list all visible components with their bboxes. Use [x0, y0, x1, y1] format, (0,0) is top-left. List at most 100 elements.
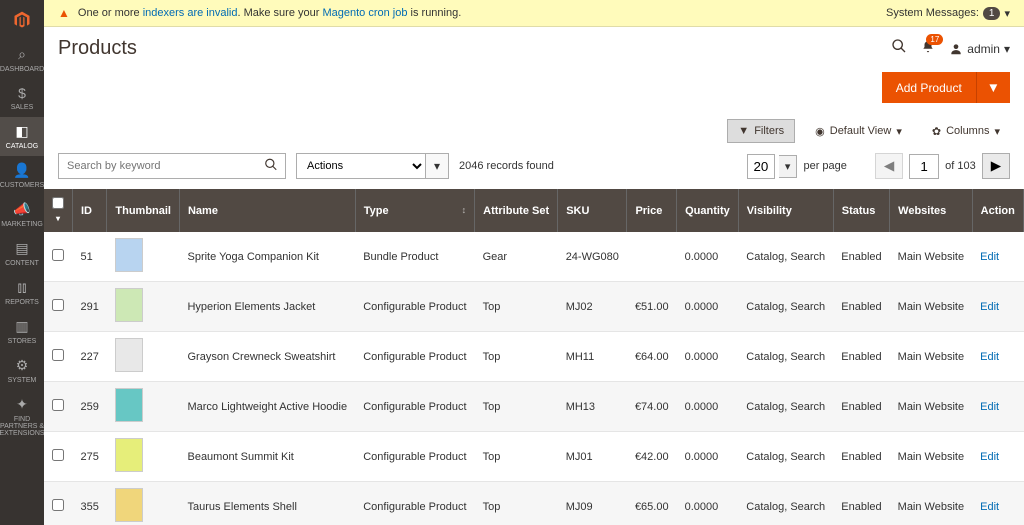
- columns-button[interactable]: ✿ Columns ▾: [922, 120, 1010, 143]
- column-header[interactable]: SKU: [558, 189, 627, 232]
- add-product-button[interactable]: Add Product: [882, 72, 976, 103]
- column-header[interactable]: ID: [73, 189, 107, 232]
- edit-link[interactable]: Edit: [980, 301, 999, 313]
- cell-price: €74.00: [627, 382, 677, 432]
- column-header[interactable]: Action: [972, 189, 1023, 232]
- cell-attrset: Top: [475, 482, 558, 525]
- eye-icon: ◉: [815, 125, 825, 138]
- search-input[interactable]: [58, 153, 286, 179]
- products-grid: ▾IDThumbnailNameType↕Attribute SetSKUPri…: [44, 189, 1024, 525]
- cell-thumbnail: [107, 432, 180, 482]
- per-page-caret[interactable]: ▾: [779, 155, 798, 178]
- column-header[interactable]: Thumbnail: [107, 189, 180, 232]
- row-checkbox[interactable]: [52, 399, 64, 411]
- cell-visibility: Catalog, Search: [738, 482, 833, 525]
- cell-id: 227: [73, 332, 107, 382]
- admin-user-menu[interactable]: admin ▾: [949, 42, 1010, 56]
- cell-status: Enabled: [833, 282, 889, 332]
- cell-type: Configurable Product: [355, 482, 474, 525]
- cell-status: Enabled: [833, 232, 889, 282]
- actions-caret[interactable]: ▾: [425, 154, 448, 178]
- sidebar-item-system[interactable]: ⚙ SYSTEM: [0, 351, 44, 390]
- row-checkbox[interactable]: [52, 499, 64, 511]
- cell-attrset: Top: [475, 382, 558, 432]
- filters-button[interactable]: ▼ Filters: [727, 119, 795, 143]
- next-page-button[interactable]: ▶: [982, 153, 1010, 179]
- cell-attrset: Top: [475, 282, 558, 332]
- sidebar-item-customers[interactable]: 👤CUSTOMERS: [0, 156, 44, 195]
- column-header[interactable]: Visibility: [738, 189, 833, 232]
- table-row[interactable]: 275Beaumont Summit KitConfigurable Produ…: [44, 432, 1024, 482]
- column-header[interactable]: Name: [179, 189, 355, 232]
- current-page-input[interactable]: [909, 154, 939, 179]
- cell-price: €42.00: [627, 432, 677, 482]
- column-header[interactable]: Websites: [890, 189, 973, 232]
- nav-label: DASHBOARD: [0, 66, 44, 73]
- chevron-down-icon[interactable]: ▾: [1004, 7, 1010, 20]
- search-icon[interactable]: [264, 158, 278, 175]
- row-checkbox[interactable]: [52, 349, 64, 361]
- cell-qty: 0.0000: [677, 432, 739, 482]
- column-header[interactable]: Status: [833, 189, 889, 232]
- per-page-input[interactable]: [747, 154, 775, 179]
- cell-type: Configurable Product: [355, 332, 474, 382]
- sidebar-item-sales[interactable]: $SALES: [0, 79, 44, 117]
- edit-link[interactable]: Edit: [980, 251, 999, 263]
- cell-id: 355: [73, 482, 107, 525]
- cron-link[interactable]: Magento cron job: [322, 7, 407, 19]
- row-checkbox[interactable]: [52, 249, 64, 261]
- cell-type: Configurable Product: [355, 432, 474, 482]
- select-all-checkbox[interactable]: [52, 197, 64, 209]
- nav-icon: ◧: [15, 123, 28, 140]
- table-row[interactable]: 227Grayson Crewneck SweatshirtConfigurab…: [44, 332, 1024, 382]
- nav-icon: $: [18, 85, 26, 101]
- column-header[interactable]: Quantity: [677, 189, 739, 232]
- edit-link[interactable]: Edit: [980, 401, 999, 413]
- column-header[interactable]: Attribute Set: [475, 189, 558, 232]
- sidebar-item-content[interactable]: ▤CONTENT: [0, 234, 44, 273]
- cell-sku: MJ09: [558, 482, 627, 525]
- nav-icon: ⚙: [16, 357, 29, 374]
- default-view-button[interactable]: ◉ Default View ▾: [805, 120, 912, 143]
- cell-websites: Main Website: [890, 432, 973, 482]
- cell-name: Taurus Elements Shell: [179, 482, 355, 525]
- cell-thumbnail: [107, 232, 180, 282]
- table-row[interactable]: 291Hyperion Elements JacketConfigurable …: [44, 282, 1024, 332]
- edit-link[interactable]: Edit: [980, 501, 999, 513]
- admin-sidebar: ⌕DASHBOARD$SALES◧CATALOG👤CUSTOMERS📣MARKE…: [0, 0, 44, 525]
- page-title: Products: [58, 37, 137, 60]
- cell-sku: 24-WG080: [558, 232, 627, 282]
- sidebar-item-marketing[interactable]: 📣MARKETING: [0, 195, 44, 234]
- column-header[interactable]: ▾: [44, 189, 73, 232]
- table-row[interactable]: 259Marco Lightweight Active HoodieConfig…: [44, 382, 1024, 432]
- column-header[interactable]: Type↕: [355, 189, 474, 232]
- nav-icon: ✦: [16, 396, 28, 413]
- sidebar-item-reports[interactable]: ⫾⫾REPORTS: [0, 273, 44, 312]
- prev-page-button[interactable]: ◀: [875, 153, 903, 179]
- cell-id: 259: [73, 382, 107, 432]
- row-checkbox[interactable]: [52, 449, 64, 461]
- cell-type: Configurable Product: [355, 282, 474, 332]
- records-found: 2046 records found: [459, 160, 554, 172]
- sidebar-item-catalog[interactable]: ◧CATALOG: [0, 117, 44, 156]
- global-search-icon[interactable]: [891, 38, 907, 59]
- sidebar-item-stores[interactable]: ▥STORES: [0, 312, 44, 351]
- add-product-dropdown[interactable]: ▼: [976, 72, 1010, 103]
- row-checkbox[interactable]: [52, 299, 64, 311]
- indexers-link[interactable]: indexers are invalid: [143, 7, 238, 19]
- nav-label: SYSTEM: [8, 377, 37, 384]
- table-row[interactable]: 355 Taurus Elements ShellConfigurable Pro…: [44, 482, 1024, 525]
- edit-link[interactable]: Edit: [980, 351, 999, 363]
- sidebar-item-dashboard[interactable]: ⌕DASHBOARD: [0, 40, 44, 79]
- keyword-search: [58, 153, 286, 179]
- cell-websites: Main Website: [890, 482, 973, 525]
- of-label: of 103: [945, 160, 976, 172]
- table-row[interactable]: 51Sprite Yoga Companion KitBundle Produc…: [44, 232, 1024, 282]
- edit-link[interactable]: Edit: [980, 451, 999, 463]
- notifications-icon[interactable]: 17: [921, 40, 935, 57]
- sidebar-item-find-partners-extensions[interactable]: ✦FIND PARTNERS & EXTENSIONS: [0, 390, 44, 443]
- actions-select[interactable]: Actions: [297, 154, 425, 178]
- column-header[interactable]: Price: [627, 189, 677, 232]
- magento-logo[interactable]: [0, 0, 44, 40]
- nav-label: STORES: [8, 338, 37, 345]
